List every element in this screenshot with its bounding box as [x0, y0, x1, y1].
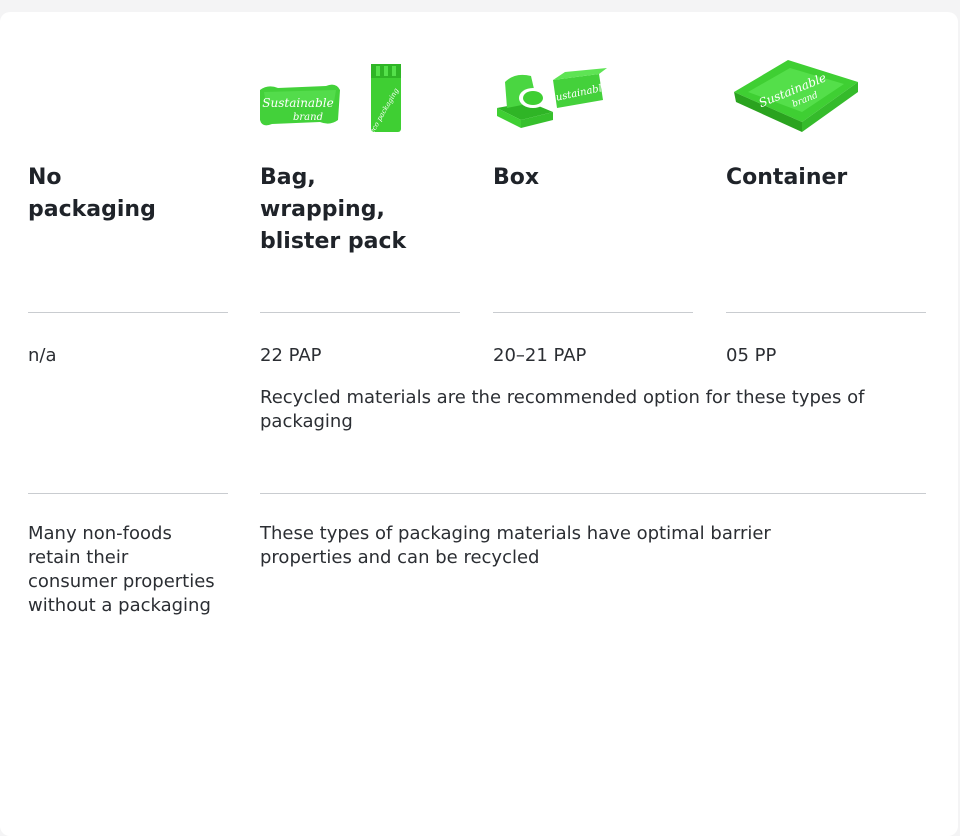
code-no-packaging: n/a [28, 345, 57, 366]
divider [28, 312, 228, 313]
bag-wrapping-image: Sustainable brand eco packaging [260, 64, 401, 134]
column-title-container: Container [726, 165, 848, 190]
container-image: Sustainable brand [734, 60, 858, 132]
box-image: Sustainable [497, 68, 607, 128]
column-title-box: Box [493, 165, 540, 190]
no-packaging-note: Many non-foods retain their consumer pro… [28, 523, 215, 616]
divider [493, 312, 693, 313]
code-box: 20–21 PAP [493, 345, 587, 366]
barrier-properties-note: These types of packaging materials have … [260, 523, 771, 568]
recycled-materials-note: Recycled materials are the recommended o… [260, 387, 865, 432]
svg-text:brand: brand [293, 112, 323, 123]
code-container: 05 PP [726, 345, 777, 366]
divider [28, 493, 228, 494]
svg-text:Sustainable: Sustainable [262, 96, 333, 110]
column-title-bag-wrapping: Bag, wrapping, blister pack [260, 165, 407, 254]
code-bag-wrapping: 22 PAP [260, 345, 322, 366]
divider-wide [260, 493, 926, 494]
column-title-no-packaging: No packaging [28, 165, 156, 222]
divider [726, 312, 926, 313]
packaging-comparison-card: Sustainable brand eco packaging Sustaina… [0, 12, 958, 836]
divider [260, 312, 460, 313]
